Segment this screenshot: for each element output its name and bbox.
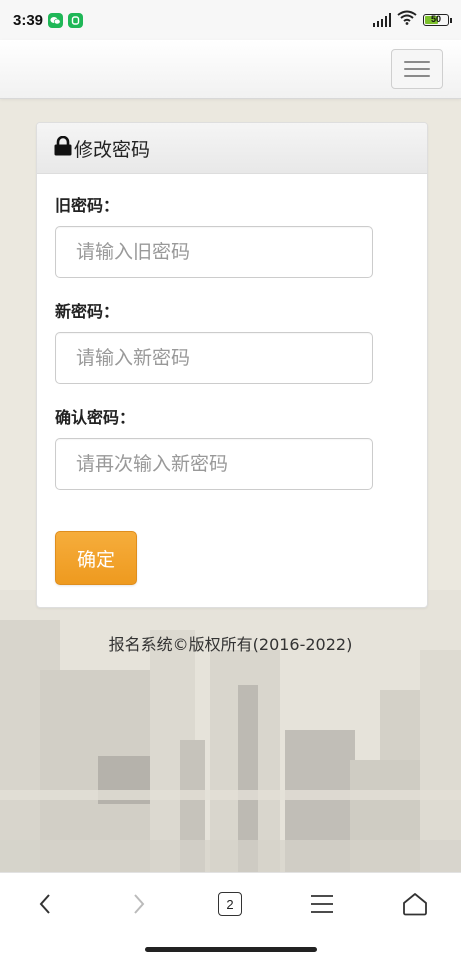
- panel-title: 修改密码: [74, 138, 151, 161]
- app-notification-icon: [68, 12, 84, 28]
- wifi-icon: [397, 10, 417, 30]
- battery-level: 50: [430, 14, 441, 24]
- top-navbar: [0, 40, 461, 99]
- status-time: 3:39: [13, 11, 44, 29]
- new-password-label: 新密码：: [55, 302, 120, 321]
- panel-header: 修改密码: [37, 123, 427, 174]
- battery-icon: 50: [423, 14, 452, 26]
- old-password-label: 旧密码：: [55, 196, 120, 215]
- password-form: 旧密码： 新密码： 确认密码： 确定: [37, 174, 427, 585]
- wechat-icon: [48, 12, 64, 28]
- old-password-field[interactable]: [55, 226, 373, 278]
- confirm-password-label: 确认密码：: [55, 408, 136, 427]
- hamburger-menu-icon[interactable]: [391, 49, 443, 89]
- new-password-field[interactable]: [55, 332, 373, 384]
- home-indicator[interactable]: [145, 947, 317, 952]
- tabs-icon[interactable]: 2: [208, 887, 252, 921]
- copyright-footer: 报名系统©版权所有(2016-2022): [108, 635, 353, 654]
- status-bar: 3:39 50: [0, 0, 461, 40]
- menu-icon[interactable]: [300, 887, 344, 921]
- lock-icon: [54, 135, 72, 160]
- change-password-panel: 修改密码 旧密码： 新密码： 确认密码： 确定: [36, 122, 428, 608]
- confirm-button[interactable]: 确定: [55, 531, 137, 585]
- chevron-left-icon[interactable]: [23, 887, 67, 921]
- chevron-right-icon[interactable]: [117, 887, 161, 921]
- confirm-password-field[interactable]: [55, 438, 373, 490]
- tab-count: 2: [218, 892, 242, 916]
- signal-icon: [373, 13, 391, 27]
- home-icon[interactable]: [393, 887, 437, 921]
